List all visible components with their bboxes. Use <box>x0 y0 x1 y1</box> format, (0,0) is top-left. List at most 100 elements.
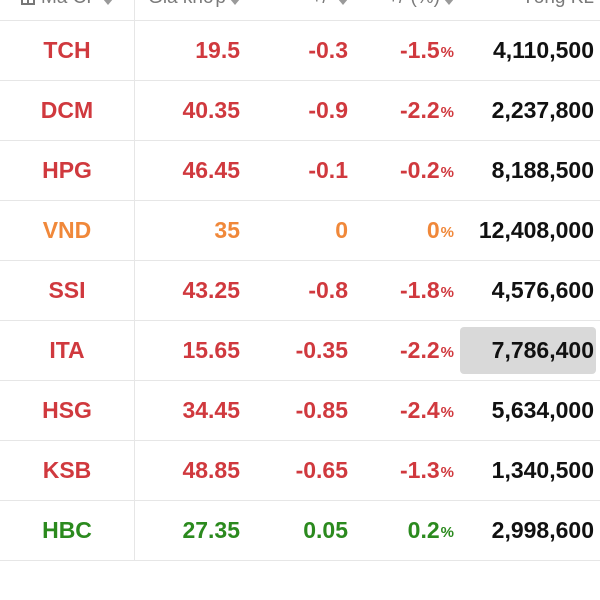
change-cell: -0.9 <box>308 81 348 140</box>
change-value: -0.9 <box>308 97 348 123</box>
header-change-pct[interactable]: +/-(%) <box>388 0 454 20</box>
volume-cell: 5,634,000 <box>492 381 594 440</box>
change-pct-value: -1.8 <box>400 277 440 303</box>
price-value: 15.65 <box>182 337 240 363</box>
change-cell: -0.3 <box>308 21 348 80</box>
symbol-cell[interactable]: HBC <box>0 501 134 560</box>
symbol-cell[interactable]: KSB <box>0 441 134 500</box>
sort-icon[interactable] <box>103 0 114 5</box>
table-row[interactable]: ITA 15.65 -0.35 -2.2% 7,786,400 <box>0 321 600 381</box>
change-pct-value: 0.2 <box>407 517 440 543</box>
table-row[interactable]: HBC 27.35 0.05 0.2% 2,998,600 <box>0 501 600 561</box>
change-value: 0.05 <box>303 517 348 543</box>
price-cell: 34.45 <box>182 381 240 440</box>
symbol-cell[interactable]: VND <box>0 201 134 260</box>
table-row[interactable]: KSB 48.85 -0.65 -1.3% 1,340,500 <box>0 441 600 501</box>
symbol-cell[interactable]: HPG <box>0 141 134 200</box>
table-row[interactable]: HSG 34.45 -0.85 -2.4% 5,634,000 <box>0 381 600 441</box>
change-value: -0.3 <box>308 37 348 63</box>
change-value: -0.8 <box>308 277 348 303</box>
change-pct-cell: -1.5% <box>400 21 454 80</box>
change-cell: -0.85 <box>296 381 348 440</box>
column-divider <box>134 321 135 380</box>
change-pct-value: -1.5 <box>400 37 440 63</box>
change-value: -0.35 <box>295 337 348 363</box>
change-pct-cell: -2.4% <box>400 381 454 440</box>
change-value: -0.1 <box>308 157 348 183</box>
percent-sign: % <box>440 164 454 181</box>
column-divider <box>134 0 135 20</box>
table-icon <box>20 0 35 5</box>
column-divider <box>134 81 135 140</box>
symbol-cell[interactable]: DCM <box>0 81 134 140</box>
volume-value: 8,188,500 <box>491 157 594 183</box>
column-divider <box>134 381 135 440</box>
change-value: -0.65 <box>295 457 348 483</box>
header-change[interactable]: +/- <box>311 0 348 20</box>
header-symbol-label: Mã CP <box>41 0 99 9</box>
symbol-cell[interactable]: TCH <box>0 21 134 80</box>
percent-sign: % <box>440 104 454 121</box>
symbol-label: HSG <box>42 397 92 423</box>
symbol-label: VND <box>42 217 92 243</box>
symbol-label: DCM <box>40 97 94 123</box>
percent-sign: % <box>440 464 454 481</box>
change-pct-value: -2.4 <box>400 397 440 423</box>
change-pct-value: -1.3 <box>400 457 440 483</box>
percent-sign: % <box>440 404 454 421</box>
price-cell: 46.45 <box>182 141 240 200</box>
table-row[interactable]: VND 35 0 0% 12,408,000 <box>0 201 600 261</box>
volume-cell: 2,237,800 <box>492 81 594 140</box>
price-cell: 35 <box>214 201 240 260</box>
change-pct-cell: -1.3% <box>400 441 454 500</box>
column-divider <box>134 141 135 200</box>
table-body: TCH 19.5 -0.3 -1.5% 4,110,500 DCM 40.35 … <box>0 21 600 561</box>
percent-sign: % <box>440 284 454 301</box>
column-divider <box>134 201 135 260</box>
price-value: 19.5 <box>195 37 240 63</box>
price-value: 27.35 <box>182 517 240 543</box>
change-pct-value: -2.2 <box>400 97 440 123</box>
price-value: 34.45 <box>182 397 240 423</box>
price-cell: 40.35 <box>182 81 240 140</box>
change-pct-cell: -1.8% <box>400 261 454 320</box>
table-row[interactable]: DCM 40.35 -0.9 -2.2% 2,237,800 <box>0 81 600 141</box>
percent-sign: % <box>440 224 454 241</box>
sort-icon[interactable] <box>230 0 240 5</box>
price-cell: 48.85 <box>182 441 240 500</box>
table-row[interactable]: SSI 43.25 -0.8 -1.8% 4,576,600 <box>0 261 600 321</box>
volume-value: 1,340,500 <box>491 457 594 483</box>
symbol-label: TCH <box>43 37 91 63</box>
change-pct-value: 0 <box>426 217 440 243</box>
table-row[interactable]: HPG 46.45 -0.1 -0.2% 8,188,500 <box>0 141 600 201</box>
price-value: 40.35 <box>182 97 240 123</box>
change-value: 0 <box>335 217 348 243</box>
volume-cell: 8,188,500 <box>492 141 594 200</box>
table-row[interactable]: TCH 19.5 -0.3 -1.5% 4,110,500 <box>0 21 600 81</box>
volume-cell: 1,340,500 <box>492 441 594 500</box>
price-value: 46.45 <box>182 157 240 183</box>
header-price-label: Giá khớp <box>148 0 226 9</box>
volume-cell: 4,576,600 <box>492 261 594 320</box>
symbol-cell[interactable]: ITA <box>0 321 134 380</box>
header-symbol[interactable]: Mã CP <box>0 0 134 20</box>
header-volume-label: Tổng KL <box>522 0 594 9</box>
symbol-cell[interactable]: SSI <box>0 261 134 320</box>
symbol-cell[interactable]: HSG <box>0 381 134 440</box>
volume-cell: 12,408,000 <box>479 201 594 260</box>
header-volume[interactable]: Tổng KL <box>522 0 594 20</box>
header-price[interactable]: Giá khớp <box>148 0 240 20</box>
volume-cell: 7,786,400 <box>492 321 594 380</box>
change-cell: -0.65 <box>296 441 348 500</box>
percent-sign: % <box>440 44 454 61</box>
symbol-label: ITA <box>49 337 85 363</box>
volume-value: 2,237,800 <box>491 97 594 123</box>
change-cell: -0.1 <box>308 141 348 200</box>
symbol-label: HBC <box>42 517 92 543</box>
sort-icon[interactable] <box>444 0 454 5</box>
sort-icon[interactable] <box>338 0 348 5</box>
volume-value: 12,408,000 <box>478 217 594 243</box>
column-divider <box>134 261 135 320</box>
volume-value: 2,998,600 <box>491 517 594 543</box>
change-cell: 0 <box>335 201 348 260</box>
